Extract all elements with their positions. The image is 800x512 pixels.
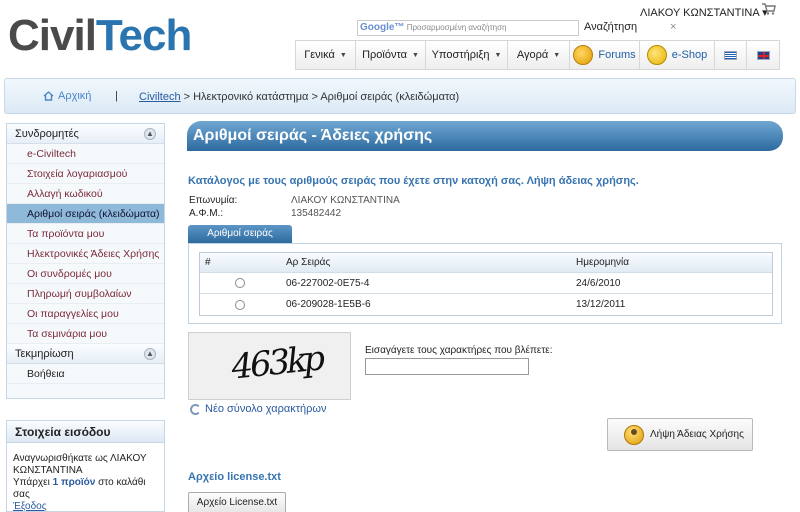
uk-flag-icon bbox=[756, 50, 770, 60]
date-cell: 13/12/2011 bbox=[576, 299, 626, 310]
col-header-date[interactable]: Ημερομηνία bbox=[574, 257, 772, 268]
sidebar-item-password[interactable]: Αλλαγή κωδικού bbox=[7, 184, 164, 204]
home-icon bbox=[43, 91, 54, 101]
nav-forums[interactable]: Forums bbox=[570, 41, 640, 69]
login-info-box: Στοιχεία εισόδου Αναγνωρισθήκατε ως ΛΙΑΚ… bbox=[6, 420, 165, 512]
sidebar-menu: Συνδρομητές ▲ e-Civiltech Στοιχεία λογαρ… bbox=[6, 123, 165, 399]
row-radio[interactable] bbox=[235, 278, 245, 288]
sidebar-item-payment[interactable]: Πληρωμή συμβολαίων bbox=[7, 284, 164, 304]
sidebar-item-account[interactable]: Στοιχεία λογαριασμού bbox=[7, 164, 164, 184]
sidebar-item-my-products[interactable]: Τα προϊόντα μου bbox=[7, 224, 164, 244]
nav-general[interactable]: Γενικά ▼ bbox=[296, 41, 356, 69]
info-key-name: Επωνυμία: bbox=[189, 195, 238, 206]
info-key-vat: Α.Φ.Μ.: bbox=[189, 208, 224, 219]
breadcrumb-trail: Civiltech > Ηλεκτρονικό κατάστημα > Αριθ… bbox=[139, 91, 459, 103]
cart-count[interactable]: 1 προϊόν bbox=[53, 477, 96, 488]
login-identified-text: Αναγνωρισθήκατε ως ΛΙΑΚΟΥ ΚΩΝΣΤΑΝΤΙΝΑ bbox=[13, 453, 147, 476]
civiltech-logo[interactable]: CivilTech bbox=[8, 10, 192, 62]
col-header-index[interactable]: # bbox=[200, 257, 278, 268]
lang-greek[interactable] bbox=[715, 41, 747, 69]
table-header-row: # Αρ Σειράς Ημερομηνία bbox=[200, 253, 772, 273]
license-file-title: Αρχείο license.txt bbox=[188, 471, 281, 483]
shop-cart-icon bbox=[646, 45, 667, 65]
close-icon[interactable]: × bbox=[670, 21, 676, 33]
captcha-text: 463kp bbox=[229, 337, 326, 389]
nav-products[interactable]: Προϊόντα ▼ bbox=[356, 41, 426, 69]
info-value-vat: 135482442 bbox=[291, 208, 342, 219]
search-input[interactable]: Google™ Προσαρμοσμένη αναζήτηση bbox=[357, 20, 579, 36]
get-license-button[interactable]: Λήψη Άδειας Χρήσης bbox=[607, 418, 753, 451]
site-header: CivilTech ΛΙΑΚΟΥ ΚΩΝΣΤΑΝΤΙΝΑ ▾ Google™ Π… bbox=[0, 0, 800, 70]
info-value-name: ΛΙΑΚΟΥ ΚΩΝΣΤΑΝΤΙΝΑ bbox=[291, 195, 400, 206]
serial-cell: 06-209028-1E5B-6 bbox=[286, 299, 371, 310]
nav-buy[interactable]: Αγορά ▼ bbox=[508, 41, 570, 69]
greek-flag-icon bbox=[724, 50, 737, 60]
tab-serial-numbers[interactable]: Αριθμοί σειράς bbox=[188, 225, 292, 243]
sidebar-item-orders[interactable]: Οι παραγγελίες μου bbox=[7, 304, 164, 324]
sidebar-item-e-licenses[interactable]: Ηλεκτρονικές Άδειες Χρήσης bbox=[7, 244, 164, 264]
caret-down-icon: ▼ bbox=[553, 51, 561, 59]
user-icon bbox=[624, 424, 644, 445]
date-cell: 24/6/2010 bbox=[576, 277, 621, 289]
google-brand: Google™ bbox=[360, 22, 405, 33]
collapse-up-icon[interactable]: ▲ bbox=[144, 347, 156, 360]
nav-support[interactable]: Υποστήριξη ▼ bbox=[426, 41, 508, 69]
user-menu[interactable]: ΛΙΑΚΟΥ ΚΩΝΣΤΑΝΤΙΝΑ ▾ bbox=[640, 6, 768, 19]
sidebar-item-seminars[interactable]: Τα σεμινάρια μου bbox=[7, 324, 164, 344]
row-radio[interactable] bbox=[235, 299, 245, 310]
page-subtitle: Κατάλογος με τους αριθμούς σειράς που έχ… bbox=[188, 175, 639, 187]
forums-icon bbox=[573, 45, 594, 65]
new-captcha-link[interactable]: Νέο σύνολο χαρακτήρων bbox=[190, 403, 327, 415]
search-placeholder: Προσαρμοσμένη αναζήτηση bbox=[406, 23, 507, 32]
sidebar-item-ecivil[interactable]: e-Civiltech bbox=[7, 144, 164, 164]
search-button[interactable]: Αναζήτηση bbox=[584, 21, 637, 33]
table-row[interactable]: 06-209028-1E5B-6 13/12/2011 bbox=[200, 294, 772, 315]
serials-panel: # Αρ Σειράς Ημερομηνία 06-227002-0E75-4 … bbox=[188, 243, 782, 324]
logout-link[interactable]: Έξοδος bbox=[13, 501, 47, 512]
logo-text-tech: Tech bbox=[95, 11, 192, 60]
sidebar-section-docs[interactable]: Τεκμηρίωση ▲ bbox=[7, 344, 164, 364]
collapse-up-icon[interactable]: ▲ bbox=[144, 127, 156, 140]
captcha-label: Εισαγάγετε τους χαρακτήρες που βλέπετε: bbox=[365, 345, 553, 356]
sidebar-section-subscribers[interactable]: Συνδρομητές ▲ bbox=[7, 124, 164, 144]
sidebar-item-serials[interactable]: Αριθμοί σειράς (κλειδώματα) bbox=[7, 204, 164, 224]
breadcrumb: Αρχική | Civiltech > Ηλεκτρονικό κατάστη… bbox=[4, 78, 796, 114]
refresh-icon bbox=[190, 403, 201, 415]
table-row[interactable]: 06-227002-0E75-4 24/6/2010 bbox=[200, 273, 772, 294]
caret-down-icon: ▼ bbox=[412, 51, 419, 59]
breadcrumb-root-link[interactable]: Civiltech bbox=[139, 91, 181, 103]
nav-eshop[interactable]: e-Shop bbox=[640, 41, 715, 69]
cart-status-text: Υπάρχει 1 προϊόν στο καλάθι σας bbox=[13, 477, 146, 500]
col-header-serial[interactable]: Αρ Σειράς bbox=[278, 257, 574, 268]
breadcrumb-home[interactable]: Αρχική bbox=[43, 90, 91, 102]
sidebar-item-help[interactable]: Βοήθεια bbox=[7, 364, 164, 384]
breadcrumb-rest: > Ηλεκτρονικό κατάστημα > Αριθμοί σειράς… bbox=[180, 91, 460, 103]
license-file-button[interactable]: Αρχείο License.txt bbox=[188, 492, 286, 512]
captcha-input[interactable] bbox=[365, 358, 529, 375]
cart-icon[interactable] bbox=[762, 3, 776, 15]
sidebar-item-subscriptions[interactable]: Οι συνδρομές μου bbox=[7, 264, 164, 284]
page-title: Αριθμοί σειράς - Άδειες χρήσης bbox=[187, 121, 783, 151]
serials-table: # Αρ Σειράς Ημερομηνία 06-227002-0E75-4 … bbox=[199, 252, 773, 316]
serial-cell: 06-227002-0E75-4 bbox=[286, 277, 370, 289]
breadcrumb-separator: | bbox=[115, 90, 118, 102]
captcha-image: 463kp bbox=[188, 332, 351, 400]
customer-info: Επωνυμία: ΛΙΑΚΟΥ ΚΩΝΣΤΑΝΤΙΝΑ Α.Φ.Μ.: 13548… bbox=[189, 195, 400, 221]
logo-text-civil: Civil bbox=[8, 11, 97, 60]
caret-down-icon: ▼ bbox=[494, 51, 502, 59]
lang-english[interactable] bbox=[747, 41, 779, 69]
main-nav: Γενικά ▼ Προϊόντα ▼ Υποστήριξη ▼ Αγορά ▼ For… bbox=[295, 40, 780, 70]
login-box-title: Στοιχεία εισόδου bbox=[7, 421, 164, 443]
caret-down-icon: ▼ bbox=[339, 51, 347, 59]
